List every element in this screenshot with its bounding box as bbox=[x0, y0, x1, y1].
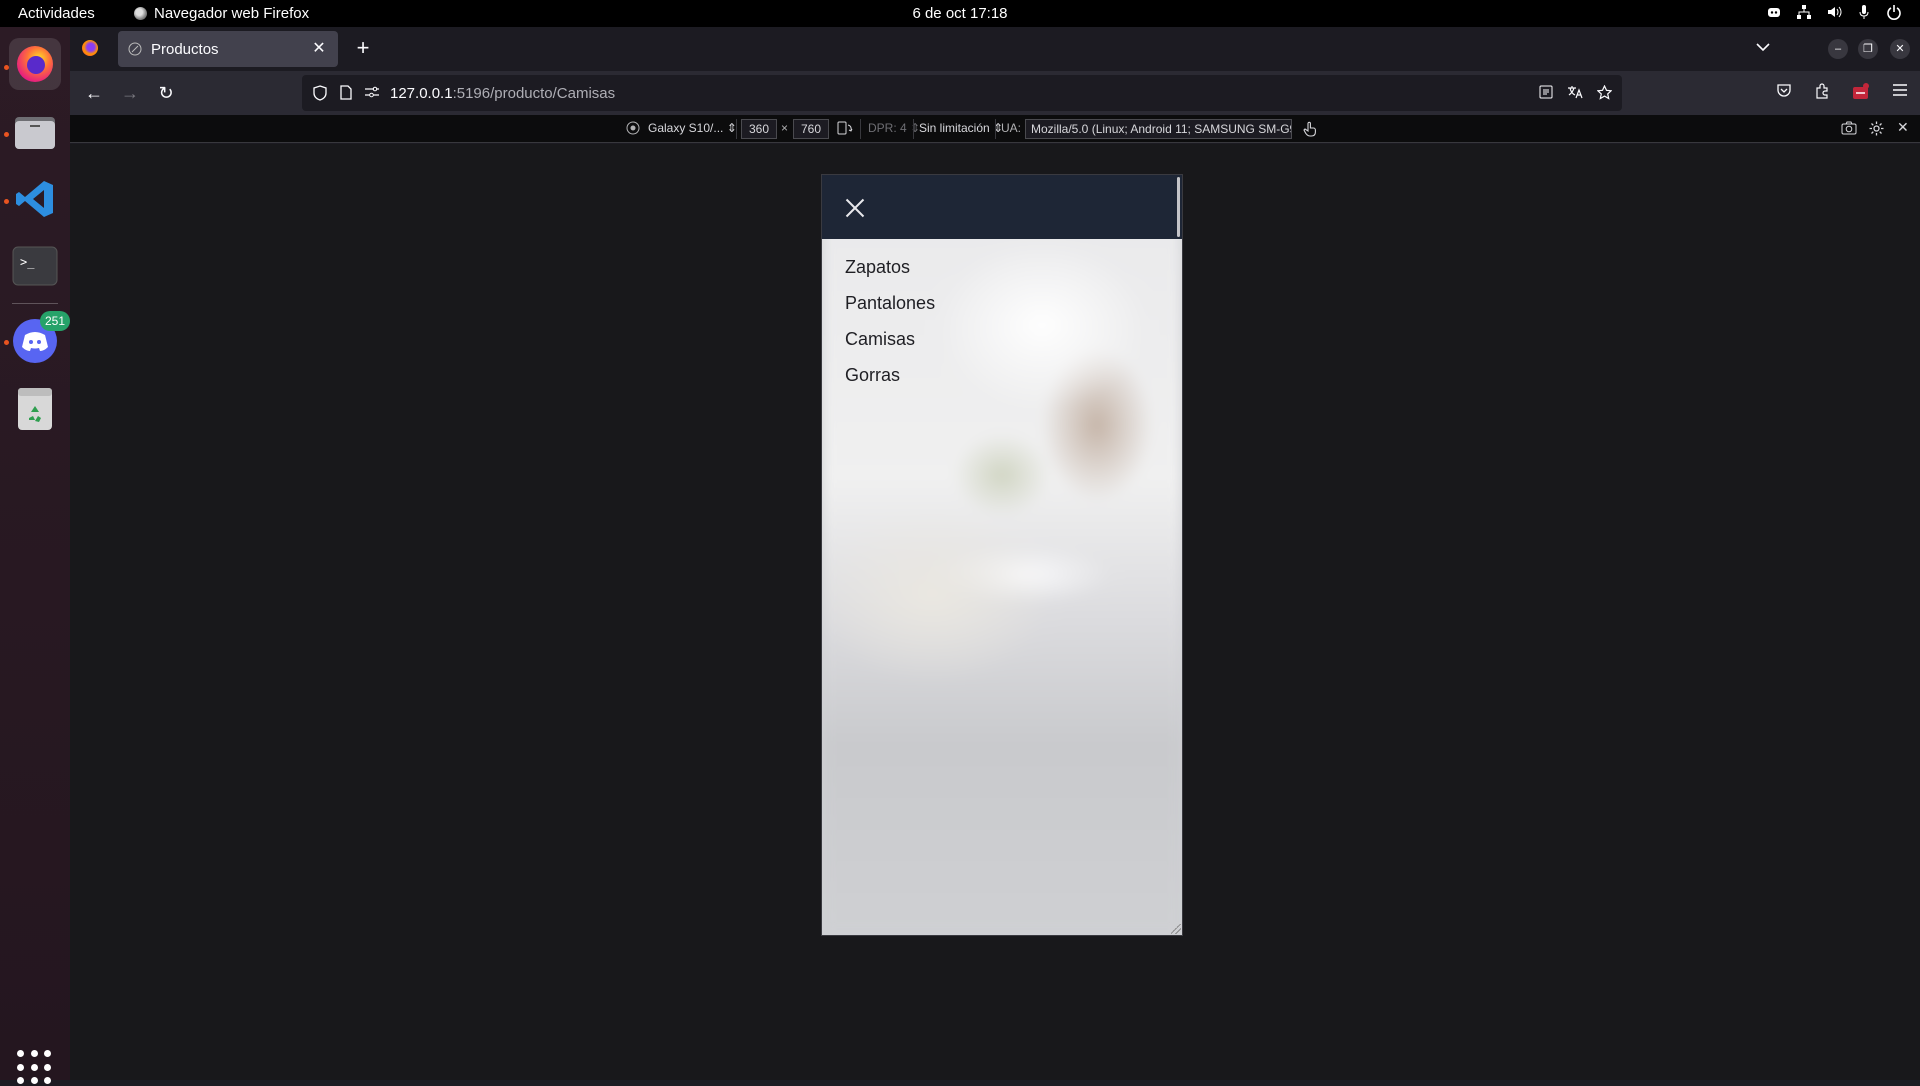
category-menu: Zapatos Pantalones Camisas Gorras bbox=[845, 249, 935, 393]
discord-tray-icon[interactable] bbox=[1766, 4, 1782, 20]
bookmark-star-icon[interactable] bbox=[1596, 84, 1613, 103]
grid-dot bbox=[30, 1077, 38, 1085]
rdm-viewport-area: Zapatos Pantalones Camisas Gorras bbox=[70, 144, 1920, 1080]
dock: >_ 251 bbox=[0, 27, 70, 1085]
notification-badge: 251 bbox=[40, 311, 70, 331]
dock-terminal[interactable]: >_ bbox=[9, 240, 61, 292]
device-selector[interactable]: Galaxy S10/... ⇕ bbox=[648, 121, 737, 135]
viewport-height-input[interactable]: 760 bbox=[793, 119, 829, 139]
user-agent-input[interactable]: Mozilla/5.0 (Linux; Android 11; SAMSUNG … bbox=[1025, 119, 1292, 139]
microphone-icon[interactable] bbox=[1856, 4, 1872, 20]
grid-dot bbox=[17, 1077, 24, 1085]
settings-gear-icon[interactable] bbox=[1869, 121, 1884, 139]
close-tab-icon[interactable]: ✕ bbox=[310, 40, 328, 58]
menu-header bbox=[822, 175, 1182, 239]
system-tray[interactable] bbox=[1766, 4, 1902, 20]
grid-dot bbox=[44, 1077, 52, 1085]
dock-vscode[interactable] bbox=[9, 173, 61, 225]
folder-icon bbox=[15, 117, 55, 149]
grid-dot bbox=[44, 1063, 52, 1071]
power-icon[interactable] bbox=[1886, 4, 1902, 20]
navigation-toolbar: ← → ↻ 127.0.0.1:5196/producto/Camisas bbox=[70, 71, 1920, 115]
app-menu-hamburger-icon[interactable] bbox=[1892, 83, 1908, 105]
viewport-resize-handle[interactable] bbox=[1171, 924, 1181, 934]
trash-icon bbox=[18, 388, 52, 430]
system-top-bar: Actividades Navegador web Firefox 6 de o… bbox=[0, 0, 1920, 27]
grid-dot bbox=[17, 1063, 24, 1071]
extensions-icon[interactable] bbox=[1814, 83, 1830, 105]
rotate-viewport-icon[interactable] bbox=[837, 121, 853, 138]
translate-icon[interactable] bbox=[1567, 85, 1583, 103]
tab-title: Productos bbox=[151, 40, 219, 58]
menu-item-gorras[interactable]: Gorras bbox=[845, 357, 935, 393]
list-all-tabs-chevron-down-icon[interactable] bbox=[1756, 39, 1770, 55]
dock-trash[interactable] bbox=[9, 383, 61, 435]
toolbar-separator bbox=[995, 119, 996, 139]
new-tab-button[interactable]: + bbox=[351, 37, 375, 61]
menu-item-pantalones[interactable]: Pantalones bbox=[845, 285, 935, 321]
tracking-shield-icon[interactable] bbox=[312, 85, 328, 101]
addon-icon[interactable] bbox=[1852, 83, 1870, 105]
dock-discord[interactable]: 251 bbox=[9, 311, 70, 367]
dock-files[interactable] bbox=[9, 106, 61, 158]
dimension-times: × bbox=[781, 121, 789, 135]
page-favicon-icon bbox=[128, 42, 142, 56]
volume-icon[interactable] bbox=[1826, 4, 1842, 20]
reader-view-icon[interactable] bbox=[1539, 85, 1553, 103]
url-text: 127.0.0.1:5196/producto/Camisas bbox=[390, 85, 615, 102]
url-host: 127.0.0.1 bbox=[390, 84, 453, 102]
vscode-icon bbox=[16, 181, 53, 217]
viewport-width-input[interactable]: 360 bbox=[741, 119, 777, 139]
svg-text:>_: >_ bbox=[20, 255, 35, 269]
device-viewport: Zapatos Pantalones Camisas Gorras bbox=[821, 174, 1183, 936]
back-button[interactable]: ← bbox=[82, 81, 106, 105]
scrollbar[interactable] bbox=[1177, 177, 1180, 237]
toolbar-separator bbox=[736, 119, 737, 139]
tab-productos[interactable]: Productos ✕ bbox=[118, 31, 338, 67]
show-apps-button[interactable] bbox=[17, 1050, 53, 1086]
close-menu-icon[interactable] bbox=[844, 197, 866, 219]
responsive-design-toolbar: Galaxy S10/... ⇕ 360 × 760 DPR: 4 ⇕ Sin … bbox=[70, 115, 1920, 143]
grid-dot bbox=[44, 1050, 52, 1057]
throttling-selector[interactable]: Sin limitación ⇕ bbox=[919, 121, 1003, 135]
permissions-icon[interactable] bbox=[364, 85, 380, 101]
grid-dot bbox=[17, 1050, 24, 1057]
throttling-selector-label: Sin limitación bbox=[919, 121, 990, 135]
clock[interactable]: 6 de oct 17:18 bbox=[0, 5, 1920, 22]
dpr-selector-label: DPR: 4 bbox=[868, 121, 907, 135]
restore-button[interactable]: ❐ bbox=[1858, 39, 1878, 59]
terminal-icon: >_ bbox=[12, 246, 58, 286]
menu-item-camisas[interactable]: Camisas bbox=[845, 321, 935, 357]
dock-firefox[interactable] bbox=[9, 38, 61, 90]
firefox-icon bbox=[17, 46, 53, 82]
dock-separator bbox=[12, 303, 58, 304]
grid-dot bbox=[30, 1063, 38, 1071]
menu-item-zapatos[interactable]: Zapatos bbox=[845, 249, 935, 285]
user-agent-label: UA: bbox=[1001, 121, 1022, 135]
device-icon bbox=[626, 121, 640, 138]
forward-button[interactable]: → bbox=[118, 81, 142, 105]
screenshot-camera-icon[interactable] bbox=[1841, 121, 1857, 138]
url-path: :5196/producto/Camisas bbox=[452, 84, 616, 102]
touch-simulation-icon[interactable] bbox=[1303, 121, 1317, 140]
toolbar-separator bbox=[913, 119, 914, 139]
tab-bar: Productos ✕ + – ❐ ✕ bbox=[70, 27, 1920, 71]
close-rdm-icon[interactable]: ✕ bbox=[1897, 119, 1909, 136]
page-info-icon[interactable] bbox=[338, 85, 354, 101]
pocket-icon[interactable] bbox=[1776, 83, 1792, 105]
network-icon[interactable] bbox=[1796, 4, 1812, 20]
firefox-view-icon[interactable] bbox=[82, 40, 98, 56]
url-bar[interactable]: 127.0.0.1:5196/producto/Camisas bbox=[302, 75, 1622, 111]
reload-button[interactable]: ↻ bbox=[154, 81, 178, 105]
minimize-button[interactable]: – bbox=[1828, 39, 1848, 59]
grid-dot bbox=[30, 1050, 38, 1057]
firefox-window: Productos ✕ + – ❐ ✕ ← → ↻ 127.0.0.1:5196… bbox=[70, 27, 1920, 1080]
device-selector-label: Galaxy S10/... bbox=[648, 121, 724, 135]
close-window-button[interactable]: ✕ bbox=[1890, 39, 1910, 59]
toolbar-separator bbox=[860, 119, 861, 139]
